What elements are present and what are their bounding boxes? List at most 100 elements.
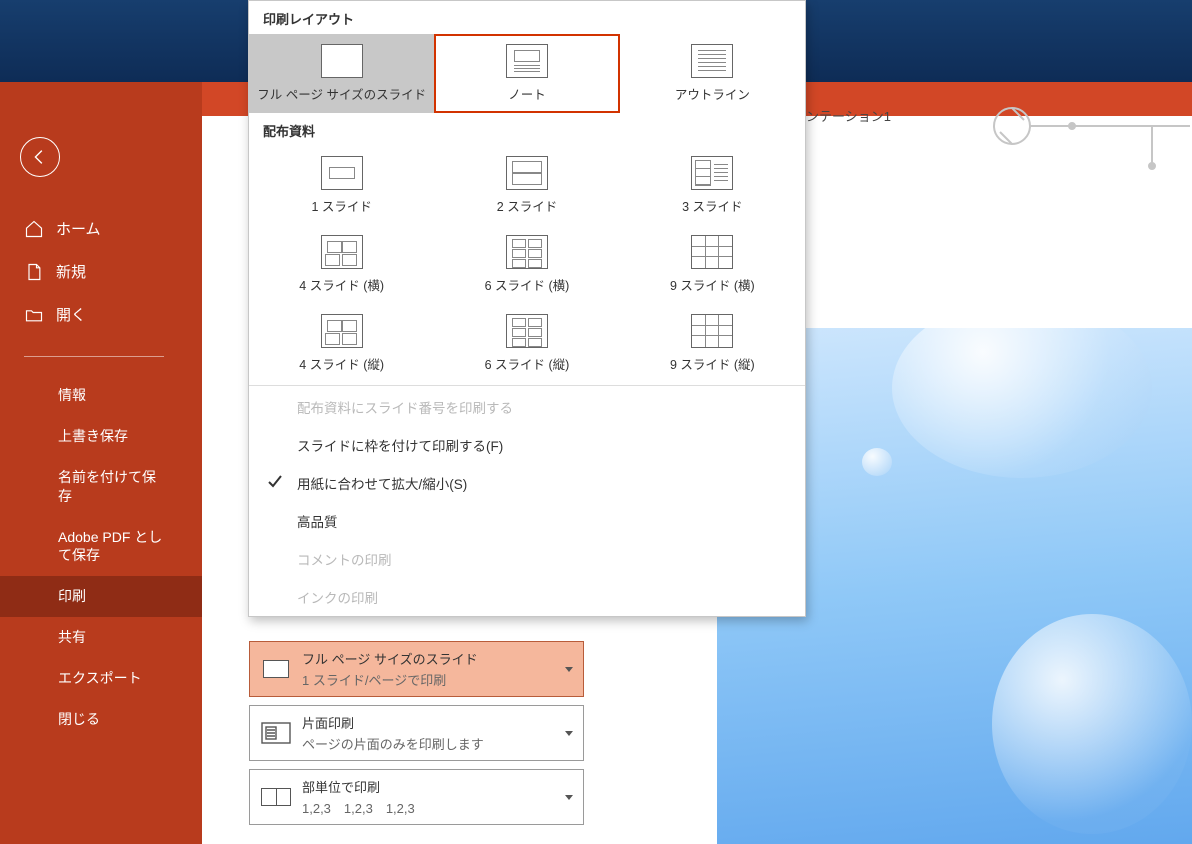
- handout-option-label: 6 スライド (縦): [438, 354, 615, 373]
- sidebar-item-label: エクスポート: [58, 669, 142, 688]
- layout-option-label: アウトライン: [624, 84, 801, 103]
- dropdown-option-label: 用紙に合わせて拡大/縮小(S): [297, 477, 467, 492]
- sidebar-primary-group: ホーム 新規 開く: [0, 207, 202, 350]
- dropdown-option-label: 高品質: [297, 515, 338, 530]
- dropdown-option-label: コメントの印刷: [297, 553, 392, 568]
- water-drop-graphic: [862, 448, 892, 476]
- backstage-sidebar: ホーム 新規 開く 情報 上書き保存 名前を付けて保存 Adobe PDF とし…: [0, 82, 202, 844]
- outline-icon: [691, 44, 733, 78]
- dropdown-option: 配布資料にスライド番号を印刷する: [249, 388, 805, 426]
- handout-option-label: 6 スライド (横): [438, 275, 615, 294]
- sidebar-item-label: 開く: [56, 304, 86, 325]
- grid4-icon: [321, 314, 363, 348]
- layout-option-page[interactable]: フル ページ サイズのスライド: [249, 34, 434, 113]
- setting-collate[interactable]: 部単位で印刷 1,2,3 1,2,3 1,2,3: [249, 769, 584, 825]
- grid9-icon: [691, 314, 733, 348]
- sidebar-item-label: 印刷: [58, 587, 86, 606]
- dropdown-option-label: インクの印刷: [297, 591, 378, 606]
- sidebar-item-label: Adobe PDF として保存: [58, 528, 166, 566]
- s1-icon: [321, 156, 363, 190]
- handout-option[interactable]: 4 スライド (横): [249, 225, 434, 304]
- handout-option[interactable]: 6 スライド (縦): [434, 304, 619, 383]
- dropdown-option[interactable]: 高品質: [249, 502, 805, 540]
- setting-label: 部単位で印刷: [302, 777, 565, 796]
- layout-option-outline[interactable]: アウトライン: [620, 34, 805, 113]
- sidebar-item-label: 情報: [58, 386, 86, 405]
- setting-sublabel: 1 スライド/ページで印刷: [302, 670, 565, 689]
- sidebar-item-home[interactable]: ホーム: [0, 207, 202, 250]
- grid6-icon: [506, 235, 548, 269]
- single-side-icon: [258, 720, 294, 746]
- grid9-icon: [691, 235, 733, 269]
- collate-icon: [258, 784, 294, 810]
- dropdown-section-title: 印刷レイアウト: [249, 1, 805, 34]
- sidebar-item-share[interactable]: 共有: [0, 617, 202, 658]
- chevron-down-icon: [565, 731, 573, 736]
- s2-icon: [506, 156, 548, 190]
- sidebar-item-info[interactable]: 情報: [0, 375, 202, 416]
- handout-option[interactable]: 9 スライド (縦): [620, 304, 805, 383]
- dropdown-option[interactable]: 用紙に合わせて拡大/縮小(S): [249, 464, 805, 502]
- handout-option-label: 1 スライド: [253, 196, 430, 215]
- back-button[interactable]: [20, 137, 60, 177]
- sidebar-item-save-pdf[interactable]: Adobe PDF として保存: [0, 517, 190, 577]
- dropdown-option-label: 配布資料にスライド番号を印刷する: [297, 401, 513, 416]
- sidebar-item-label: 共有: [58, 628, 86, 647]
- handout-option-label: 9 スライド (横): [624, 275, 801, 294]
- handout-option[interactable]: 4 スライド (縦): [249, 304, 434, 383]
- dropdown-divider: [249, 385, 805, 386]
- handout-option-label: 9 スライド (縦): [624, 354, 801, 373]
- grid6-icon: [506, 314, 548, 348]
- sidebar-item-label: 上書き保存: [58, 427, 128, 446]
- handout-option-label: 2 スライド: [438, 196, 615, 215]
- layout-option-label: ノート: [438, 84, 615, 103]
- water-drop-graphic: [892, 328, 1152, 478]
- dropdown-option: インクの印刷: [249, 578, 805, 616]
- setting-sublabel: ページの片面のみを印刷します: [302, 734, 565, 753]
- handout-option-label: 4 スライド (横): [253, 275, 430, 294]
- layout-option-label: フル ページ サイズのスライド: [253, 84, 430, 103]
- water-drop-graphic: [992, 614, 1192, 834]
- folder-open-icon: [24, 305, 44, 325]
- setting-layout[interactable]: フル ページ サイズのスライド 1 スライド/ページで印刷: [249, 641, 584, 697]
- home-icon: [24, 219, 44, 239]
- handout-option[interactable]: 2 スライド: [434, 146, 619, 225]
- sidebar-item-save[interactable]: 上書き保存: [0, 416, 202, 457]
- handout-option[interactable]: 6 スライド (横): [434, 225, 619, 304]
- sidebar-item-label: 名前を付けて保存: [58, 468, 166, 506]
- grid4-icon: [321, 235, 363, 269]
- document-icon: [24, 262, 44, 282]
- layout-option-notes[interactable]: ノート: [434, 34, 619, 113]
- page-icon: [258, 656, 294, 682]
- sidebar-item-export[interactable]: エクスポート: [0, 658, 202, 699]
- dropdown-option[interactable]: スライドに枠を付けて印刷する(F): [249, 426, 805, 464]
- sidebar-item-print[interactable]: 印刷: [0, 576, 202, 617]
- sidebar-item-label: ホーム: [56, 218, 101, 239]
- setting-label: 片面印刷: [302, 713, 565, 732]
- handout-option-label: 3 スライド: [624, 196, 801, 215]
- sidebar-divider: [24, 356, 164, 357]
- sidebar-item-close[interactable]: 閉じる: [0, 699, 202, 740]
- print-settings-column: フル ページ サイズのスライド 1 スライド/ページで印刷 片面印刷 ページの片…: [249, 641, 584, 833]
- setting-label: フル ページ サイズのスライド: [302, 649, 565, 668]
- decorative-circuit: [972, 86, 1192, 186]
- print-layout-dropdown: 印刷レイアウト フル ページ サイズのスライドノートアウトライン 配布資料 1 …: [248, 0, 806, 617]
- sidebar-item-new[interactable]: 新規: [0, 250, 202, 293]
- check-icon: [267, 474, 283, 490]
- dropdown-section-title: 配布資料: [249, 113, 805, 146]
- handout-option[interactable]: 1 スライド: [249, 146, 434, 225]
- dropdown-option: コメントの印刷: [249, 540, 805, 578]
- sidebar-item-label: 閉じる: [58, 710, 100, 729]
- chevron-down-icon: [565, 795, 573, 800]
- document-title-fragment: ンテーション1: [806, 106, 891, 125]
- sidebar-item-open[interactable]: 開く: [0, 293, 202, 336]
- chevron-down-icon: [565, 667, 573, 672]
- handout-option[interactable]: 9 スライド (横): [620, 225, 805, 304]
- notes-icon: [506, 44, 548, 78]
- setting-sides[interactable]: 片面印刷 ページの片面のみを印刷します: [249, 705, 584, 761]
- sidebar-item-saveas[interactable]: 名前を付けて保存: [0, 457, 190, 517]
- dropdown-option-label: スライドに枠を付けて印刷する(F): [297, 439, 503, 454]
- handout-option[interactable]: 3 スライド: [620, 146, 805, 225]
- sidebar-item-label: 新規: [56, 261, 86, 282]
- page-icon: [321, 44, 363, 78]
